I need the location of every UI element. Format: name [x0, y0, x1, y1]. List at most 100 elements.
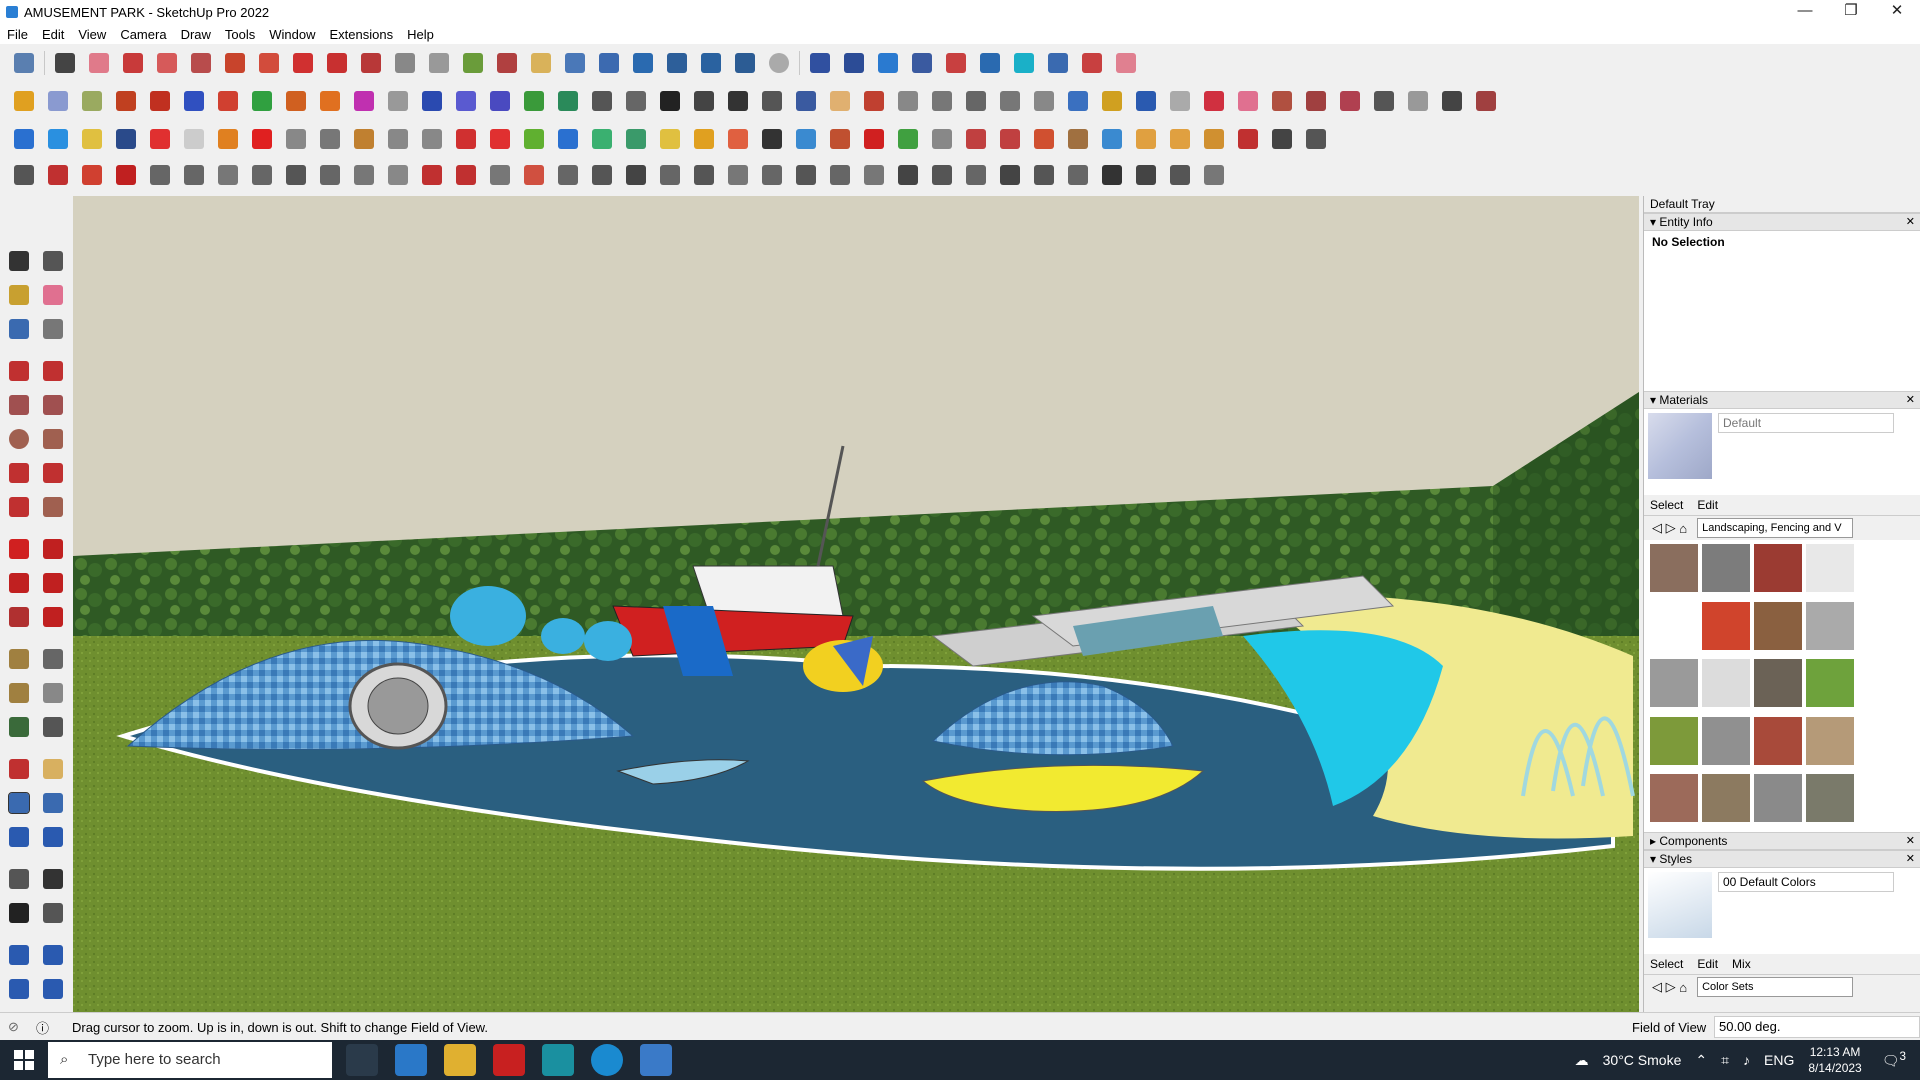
extension-e-icon[interactable]	[1112, 49, 1140, 77]
language-indicator[interactable]: ENG	[1764, 1052, 1794, 1068]
push-pull-icon[interactable]	[221, 49, 249, 77]
move-tool-icon[interactable]	[6, 536, 32, 562]
push-pull-normal-icon[interactable]	[146, 87, 174, 115]
warehouse-icon[interactable]	[629, 49, 657, 77]
menu-tools[interactable]: Tools	[218, 27, 262, 42]
material-swatch[interactable]	[1702, 544, 1750, 592]
car-icon[interactable]	[78, 161, 106, 189]
calculator-icon[interactable]	[395, 1044, 427, 1076]
material-collection-select[interactable]: Landscaping, Fencing and V	[1697, 518, 1854, 538]
profile-t-icon[interactable]	[792, 161, 820, 189]
profile-r-icon[interactable]	[724, 161, 752, 189]
extension-a-icon[interactable]	[908, 49, 936, 77]
green-cross-icon[interactable]	[520, 125, 548, 153]
close-icon[interactable]: ✕	[1906, 214, 1915, 230]
restore-button[interactable]: ❐	[1828, 0, 1874, 24]
menu-extensions[interactable]: Extensions	[323, 27, 401, 42]
orbit-nav-icon[interactable]	[6, 756, 32, 782]
shape-g-icon[interactable]	[1098, 87, 1126, 115]
block-icon[interactable]	[894, 125, 922, 153]
material-swatch[interactable]	[1650, 774, 1698, 823]
protractor-tool-icon[interactable]	[6, 680, 32, 706]
shape-p-icon[interactable]	[1404, 87, 1432, 115]
tree-icon[interactable]	[622, 125, 650, 153]
styles-header[interactable]: ▾ Styles ✕	[1644, 850, 1920, 868]
cubes-e-icon[interactable]	[1064, 125, 1092, 153]
forward-arrow-icon[interactable]: ▷	[1666, 979, 1676, 995]
acrobat-icon[interactable]	[493, 1044, 525, 1076]
push-pull-z-icon[interactable]	[248, 87, 276, 115]
paint-tool-icon[interactable]	[6, 282, 32, 308]
profile-ad-icon[interactable]	[1132, 161, 1160, 189]
close-icon[interactable]: ✕	[1906, 392, 1915, 408]
warehouse-tool-icon[interactable]	[6, 942, 32, 968]
extension-d-icon[interactable]	[1010, 49, 1038, 77]
profile-g-icon[interactable]	[350, 161, 378, 189]
profile-d-icon[interactable]	[248, 161, 276, 189]
red-cross-icon[interactable]	[486, 125, 514, 153]
rotate-tool-icon[interactable]	[6, 570, 32, 596]
profile-e-icon[interactable]	[282, 161, 310, 189]
scale-tool-icon[interactable]	[6, 604, 32, 630]
shape-c-icon[interactable]	[962, 87, 990, 115]
hook-icon[interactable]	[860, 125, 888, 153]
curve-pts-icon[interactable]	[10, 161, 38, 189]
shape-d-icon[interactable]	[996, 87, 1024, 115]
blue-plane-icon[interactable]	[10, 125, 38, 153]
close-button[interactable]: ✕	[1874, 0, 1920, 24]
profile-x-icon[interactable]	[928, 161, 956, 189]
profile-q-icon[interactable]	[690, 161, 718, 189]
menu-window[interactable]: Window	[262, 27, 322, 42]
profile-y-icon[interactable]	[962, 161, 990, 189]
corner-icon[interactable]	[418, 125, 446, 153]
frame-icon[interactable]	[1098, 125, 1126, 153]
3d-text-tool-icon[interactable]	[40, 714, 66, 740]
follow-me-icon[interactable]	[255, 49, 283, 77]
style-name-field[interactable]: 00 Default Colors	[1718, 872, 1894, 892]
menu-edit[interactable]: Edit	[35, 27, 71, 42]
shape-f-icon[interactable]	[1064, 87, 1092, 115]
shape-b-icon[interactable]	[928, 87, 956, 115]
material-swatch[interactable]	[1806, 716, 1854, 765]
shape-n-icon[interactable]	[1336, 87, 1364, 115]
close-icon[interactable]: ✕	[1906, 833, 1915, 849]
shape-e-icon[interactable]	[1030, 87, 1058, 115]
material-swatch[interactable]	[1806, 544, 1854, 592]
move-icon[interactable]	[289, 49, 317, 77]
flag-icon[interactable]	[316, 125, 344, 153]
ext-warehouse-tool-icon[interactable]	[40, 942, 66, 968]
menu-file[interactable]: File	[0, 27, 35, 42]
tag-tool-icon[interactable]	[40, 316, 66, 342]
cone-icon[interactable]	[588, 125, 616, 153]
position-camera-icon[interactable]	[6, 866, 32, 892]
offset-tool-icon[interactable]	[40, 604, 66, 630]
file-explorer-icon[interactable]	[444, 1044, 476, 1076]
weather-text[interactable]: 30°C Smoke	[1603, 1052, 1682, 1068]
tab-edit[interactable]: Edit	[1697, 498, 1718, 512]
material-swatch[interactable]	[1650, 659, 1698, 708]
pan-icon[interactable]	[527, 49, 555, 77]
measurement-value[interactable]: 50.00 deg.	[1714, 1016, 1920, 1038]
lines-icon[interactable]	[282, 125, 310, 153]
orbit-icon[interactable]	[493, 49, 521, 77]
select-tool-icon[interactable]	[6, 248, 32, 274]
redo-icon[interactable]	[1078, 49, 1106, 77]
undo-icon[interactable]	[1044, 49, 1072, 77]
three-point-arc-tool-icon[interactable]	[6, 494, 32, 520]
axes-tool-icon[interactable]	[6, 714, 32, 740]
grid-b-icon[interactable]	[1166, 125, 1194, 153]
layout-tool-icon[interactable]	[6, 976, 32, 1002]
house-f-icon[interactable]	[758, 87, 786, 115]
blue-plane-b-icon[interactable]	[44, 125, 72, 153]
orange-arc-icon[interactable]	[214, 125, 242, 153]
profile-i-icon[interactable]	[418, 161, 446, 189]
yellow-plane-icon[interactable]	[78, 125, 106, 153]
shape-i-icon[interactable]	[1166, 87, 1194, 115]
push-pull-y-icon[interactable]	[214, 87, 242, 115]
material-swatch[interactable]	[1702, 659, 1750, 708]
fredo-scale-icon[interactable]	[792, 87, 820, 115]
profile-p-icon[interactable]	[656, 161, 684, 189]
cubes-a-icon[interactable]	[928, 125, 956, 153]
red-rect-icon[interactable]	[248, 125, 276, 153]
dots-line-icon[interactable]	[452, 125, 480, 153]
